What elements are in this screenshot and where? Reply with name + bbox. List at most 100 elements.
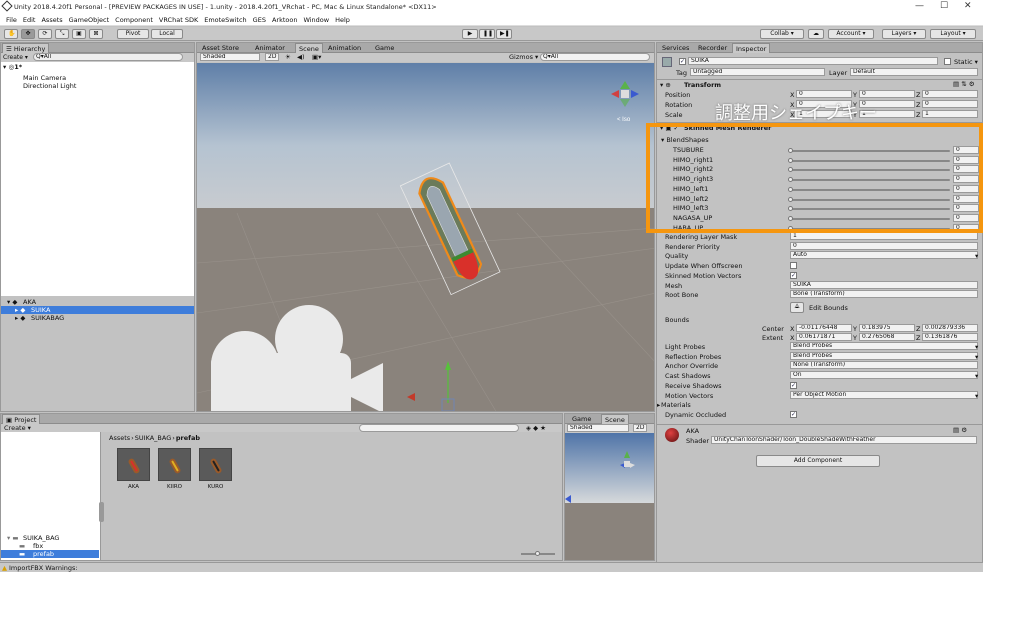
lighting-toggle-icon[interactable]: ☀ xyxy=(285,53,291,61)
project-create-button[interactable]: Create ▾ xyxy=(4,424,31,432)
asset-tile[interactable]: AKA xyxy=(117,448,151,496)
hierarchy-item[interactable]: ▸ ◆ SUIKABAG xyxy=(1,314,194,322)
asset-tile[interactable]: KIIRO xyxy=(158,448,192,496)
mini-tab-game[interactable]: Game xyxy=(569,414,594,424)
menu-window[interactable]: Window xyxy=(303,16,329,24)
active-checkbox[interactable]: ✓ xyxy=(679,58,686,65)
property-object-field[interactable]: None (Transform) xyxy=(790,361,978,370)
project-zoom-slider[interactable] xyxy=(521,551,555,556)
tag-select[interactable]: Untagged xyxy=(690,68,825,76)
bounds-center-z[interactable]: 0.002879336 xyxy=(922,324,978,332)
minimize-icon[interactable]: — xyxy=(915,1,924,11)
pivot-button[interactable]: Pivot xyxy=(117,29,149,39)
menu-assets[interactable]: Assets xyxy=(41,16,62,24)
menu-component[interactable]: Component xyxy=(115,16,153,24)
mini-2d-toggle[interactable]: 2D xyxy=(633,424,647,432)
mode-2d-toggle[interactable]: 2D xyxy=(265,53,279,61)
scene-root[interactable]: ▾ ◎1* xyxy=(3,63,22,71)
account-button[interactable]: Account ▾ xyxy=(828,29,874,39)
layer-select[interactable]: Default xyxy=(850,68,978,76)
rect-tool-icon[interactable]: ▣ xyxy=(72,29,86,39)
shading-mode-select[interactable]: Shaded xyxy=(200,53,260,61)
project-filter-icons[interactable]: ◈ ◆ ★ xyxy=(526,424,546,432)
menu-vrchat-sdk[interactable]: VRChat SDK xyxy=(159,16,198,24)
property-checkbox[interactable]: ✓ xyxy=(790,271,797,279)
tab-project[interactable]: ▣ Project xyxy=(2,414,41,424)
mini-tab-scene[interactable]: Scene xyxy=(601,414,629,424)
mini-shading-select[interactable]: Shaded xyxy=(567,424,629,432)
audio-toggle-icon[interactable]: ◀) xyxy=(297,53,305,61)
tab-animator[interactable]: Animator xyxy=(252,43,288,53)
property-select[interactable]: On xyxy=(790,371,978,380)
bounds-center-x[interactable]: -0.01176448 xyxy=(796,324,852,332)
cloud-icon[interactable]: ☁ xyxy=(808,29,824,39)
hierarchy-item[interactable]: Directional Light xyxy=(23,82,76,90)
gizmos-button[interactable]: Gizmos ▾ xyxy=(509,53,538,61)
menu-arktoon[interactable]: Arktoon xyxy=(272,16,298,24)
tab-game[interactable]: Game xyxy=(372,43,397,53)
effects-toggle-icon[interactable]: ▣▾ xyxy=(312,53,321,61)
bounds-extent-z[interactable]: 0.1361876 xyxy=(922,333,978,341)
collab-button[interactable]: Collab ▾ xyxy=(760,29,804,39)
transform-rotation-z[interactable]: 0 xyxy=(922,100,978,108)
menu-edit[interactable]: Edit xyxy=(23,16,36,24)
iso-label[interactable]: < Iso xyxy=(617,117,631,123)
bounds-extent-y[interactable]: 0.2765068 xyxy=(859,333,915,341)
static-checkbox[interactable] xyxy=(944,58,951,65)
property-object-field[interactable]: Bone (Transform) xyxy=(790,290,978,299)
tab-recorder[interactable]: Recorder xyxy=(695,43,730,53)
tab-animation[interactable]: Animation xyxy=(325,43,364,53)
hand-tool-icon[interactable]: ✋ xyxy=(4,29,18,39)
breadcrumb-item[interactable]: Assets xyxy=(109,434,130,444)
transform-tool-icon[interactable]: ⊠ xyxy=(89,29,103,39)
tab-hierarchy[interactable]: ☰ Hierarchy xyxy=(2,43,50,53)
hierarchy-item[interactable]: ▾ ◆ AKA xyxy=(1,298,194,306)
project-tree-item[interactable]: ▬ fbx xyxy=(1,542,99,550)
menu-ges[interactable]: GES xyxy=(253,16,266,24)
pause-button[interactable]: ❚❚ xyxy=(479,29,495,39)
shader-select[interactable]: UnityChanToonShader/Toon_DoubleShadeWith… xyxy=(711,436,977,444)
scale-tool-icon[interactable]: ⤡ xyxy=(55,29,69,39)
project-tree-item[interactable]: ▬ prefab xyxy=(1,550,99,558)
material-settings-icon[interactable]: ▤ ⚙ xyxy=(953,426,967,434)
tab-asset-store[interactable]: Asset Store xyxy=(199,43,242,53)
edit-bounds-button[interactable]: ⟁ xyxy=(790,302,804,313)
asset-tile[interactable]: KURO xyxy=(199,448,233,496)
mini-scene-viewport[interactable] xyxy=(565,433,655,561)
tab-services[interactable]: Services xyxy=(659,43,692,53)
property-checkbox[interactable] xyxy=(790,262,797,270)
move-tool-icon[interactable]: ✥ xyxy=(21,29,35,39)
hierarchy-item[interactable]: Main Camera xyxy=(23,74,66,82)
bounds-extent-x[interactable]: 0.06171871 xyxy=(796,333,852,341)
property-field[interactable]: 0 xyxy=(790,241,978,250)
scene-viewport[interactable]: < Iso xyxy=(197,63,655,412)
property-object-field[interactable]: SUIKA xyxy=(790,280,978,289)
add-component-button[interactable]: Add Component xyxy=(756,455,880,467)
material-header[interactable]: AKA Shader UnityChanToonShader/Toon_Doub… xyxy=(657,424,982,446)
layers-button[interactable]: Layers ▾ xyxy=(882,29,926,39)
transform-scale-z[interactable]: 1 xyxy=(922,110,978,118)
step-button[interactable]: ▶❚ xyxy=(496,29,512,39)
property-checkbox[interactable]: ✓ xyxy=(790,410,797,418)
transform-position-x[interactable]: 0 xyxy=(796,90,852,98)
transform-settings-icon[interactable]: ▤ ⇅ ⚙ xyxy=(953,80,975,88)
maximize-icon[interactable]: ☐ xyxy=(940,1,948,11)
project-tree-scrollbar[interactable] xyxy=(99,502,104,522)
project-tree-item[interactable]: ▾ ▬ SUIKA_BAG xyxy=(1,534,99,542)
layout-button[interactable]: Layout ▾ xyxy=(930,29,976,39)
bounds-center-y[interactable]: 0.183975 xyxy=(859,324,915,332)
play-button[interactable]: ▶ xyxy=(462,29,478,39)
rotate-tool-icon[interactable]: ⟳ xyxy=(38,29,52,39)
tab-scene[interactable]: Scene xyxy=(295,43,323,53)
menu-help[interactable]: Help xyxy=(335,16,350,24)
hierarchy-item[interactable]: ▸ ◆ SUIKA xyxy=(1,306,194,314)
project-search-input[interactable] xyxy=(359,424,519,432)
transform-header[interactable]: ▾ ⊕ Transform ▤ ⇅ ⚙ xyxy=(657,79,982,89)
transform-position-z[interactable]: 0 xyxy=(922,90,978,98)
menu-emoteswitch[interactable]: EmoteSwitch xyxy=(204,16,246,24)
hierarchy-create-button[interactable]: Create ▾ xyxy=(3,54,28,61)
property-select[interactable]: Blend Probes xyxy=(790,351,978,360)
transform-position-y[interactable]: 0 xyxy=(859,90,915,98)
local-button[interactable]: Local xyxy=(151,29,183,39)
menu-file[interactable]: File xyxy=(6,16,17,24)
